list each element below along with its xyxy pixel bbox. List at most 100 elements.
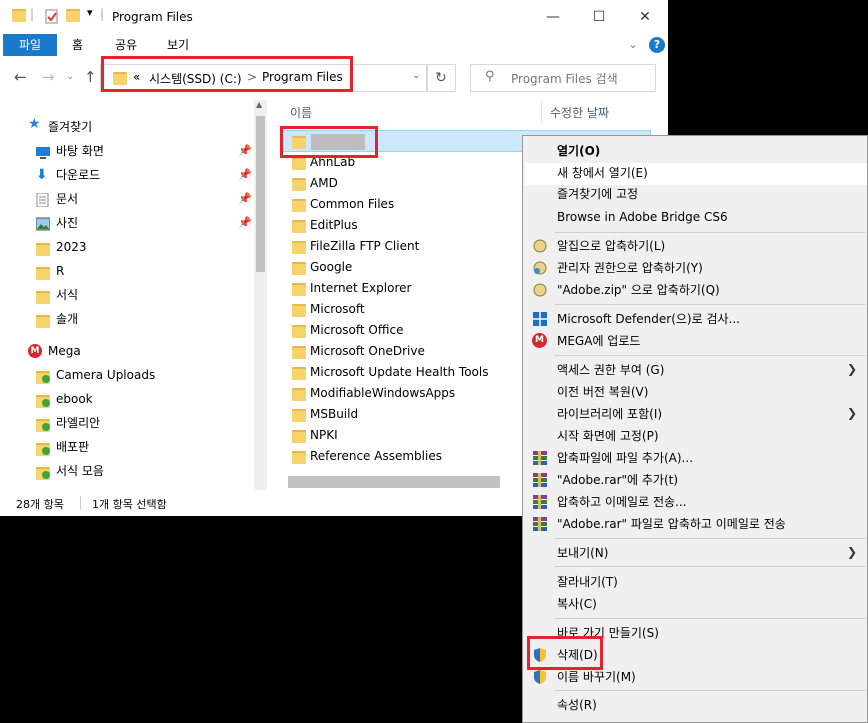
menu-item-alzip-compress[interactable]: 알집으로 압축하기(L) bbox=[557, 236, 665, 256]
folder-icon bbox=[292, 178, 306, 191]
folder-icon bbox=[36, 241, 50, 256]
folder-icon bbox=[292, 241, 306, 254]
pin-icon[interactable]: 📌 bbox=[238, 212, 252, 234]
menu-separator bbox=[555, 304, 865, 305]
folder-icon bbox=[36, 265, 50, 280]
customize-toolbar-icon[interactable]: ▾ bbox=[87, 6, 93, 22]
menu-item-add-archive[interactable]: 압축파일에 파일 추가(A)... bbox=[557, 448, 693, 468]
menu-item-pin-start[interactable]: 시작 화면에 고정(P) bbox=[557, 426, 659, 446]
menu-item-compress-email[interactable]: 압축하고 이메일로 전송... bbox=[557, 492, 686, 512]
column-header-date[interactable]: 수정한 날짜 bbox=[550, 104, 609, 121]
nav-item-documents[interactable]: 문서 📌 bbox=[36, 188, 254, 210]
synced-folder-icon bbox=[36, 417, 50, 432]
ribbon: 파일 홈 공유 보기 ⌄ ? bbox=[0, 34, 668, 56]
winrar-icon bbox=[532, 450, 548, 466]
nav-item-pictures[interactable]: 사진 📌 bbox=[35, 212, 254, 234]
pin-icon[interactable]: 📌 bbox=[238, 188, 252, 210]
download-icon: ⬇ bbox=[36, 167, 48, 183]
separator: | bbox=[100, 7, 105, 21]
menu-item-add-rar[interactable]: "Adobe.rar"에 추가(t) bbox=[557, 470, 678, 490]
folder-icon bbox=[292, 430, 306, 443]
nav-scrollbar[interactable]: ▲ bbox=[254, 100, 267, 490]
documents-icon bbox=[36, 192, 50, 208]
menu-item-copy[interactable]: 복사(C) bbox=[557, 594, 597, 614]
back-arrow-icon[interactable]: ← bbox=[14, 68, 27, 86]
maximize-button[interactable]: ☐ bbox=[576, 0, 622, 34]
tab-home[interactable]: 홈 bbox=[60, 34, 95, 56]
synced-folder-icon bbox=[36, 393, 50, 408]
menu-separator bbox=[555, 618, 865, 619]
recent-locations-icon[interactable]: ⌄ bbox=[66, 71, 74, 82]
tab-share[interactable]: 공유 bbox=[103, 34, 149, 56]
horizontal-scrollbar-thumb[interactable] bbox=[288, 476, 500, 488]
menu-item-cut[interactable]: 잘라내기(T) bbox=[557, 572, 618, 592]
search-input[interactable]: ⚲ Program Files 검색 bbox=[470, 64, 656, 92]
folder-icon bbox=[292, 367, 306, 380]
winrar-icon bbox=[532, 472, 548, 488]
folder-icon bbox=[36, 289, 50, 304]
menu-item-compress-rar-email[interactable]: "Adobe.rar" 파일로 압축하고 이메일로 전송 bbox=[557, 514, 786, 534]
folder-icon bbox=[292, 283, 306, 296]
alzip-icon bbox=[532, 238, 548, 254]
menu-item-browse-bridge[interactable]: Browse in Adobe Bridge CS6 bbox=[557, 207, 728, 227]
column-header-name[interactable]: 이름 bbox=[290, 104, 312, 121]
folder-icon bbox=[292, 304, 306, 317]
nav-item-downloads[interactable]: ⬇ 다운로드 📌 bbox=[36, 164, 254, 186]
item-count: 28개 항목 bbox=[16, 498, 64, 511]
folder-icon bbox=[292, 409, 306, 422]
scrollbar-thumb[interactable] bbox=[256, 116, 265, 272]
pin-icon[interactable]: 📌 bbox=[238, 164, 252, 186]
menu-separator bbox=[555, 538, 865, 539]
folder-icon bbox=[292, 388, 306, 401]
menu-separator bbox=[555, 690, 865, 691]
folder-icon bbox=[292, 325, 306, 338]
chevron-right-icon: ❯ bbox=[846, 362, 857, 376]
menu-item-alzip-zip[interactable]: "Adobe.zip" 으로 압축하기(Q) bbox=[557, 280, 720, 300]
menu-item-properties[interactable]: 속성(R) bbox=[557, 695, 597, 715]
forward-arrow-icon[interactable]: → bbox=[42, 68, 55, 86]
scroll-up-icon[interactable]: ▲ bbox=[256, 100, 262, 109]
close-button[interactable]: ✕ bbox=[622, 0, 668, 34]
star-icon: ★ bbox=[28, 116, 41, 132]
menu-item-pin-quick-access[interactable]: 즐겨찾기에 고정 bbox=[557, 184, 638, 204]
highlight-box bbox=[527, 636, 603, 670]
menu-separator bbox=[555, 232, 865, 233]
winrar-icon bbox=[532, 494, 548, 510]
context-menu: 열기(O) 새 창에서 열기(E) 즐겨찾기에 고정 Browse in Ado… bbox=[522, 135, 868, 723]
menu-item-open[interactable]: 열기(O) bbox=[557, 141, 600, 161]
menu-item-restore-versions[interactable]: 이전 버전 복원(V) bbox=[557, 382, 648, 402]
help-icon[interactable]: ? bbox=[649, 37, 665, 53]
menu-item-give-access[interactable]: 액세스 권한 부여 (G) bbox=[557, 360, 664, 380]
folder-icon bbox=[292, 451, 306, 464]
pin-icon[interactable]: 📌 bbox=[238, 140, 252, 162]
tab-file[interactable]: 파일 bbox=[3, 34, 57, 56]
up-arrow-icon[interactable]: ↑ bbox=[84, 68, 97, 86]
properties-icon[interactable] bbox=[44, 9, 60, 25]
minimize-button[interactable]: — bbox=[530, 0, 576, 34]
alzip-icon bbox=[532, 282, 548, 298]
folder-icon bbox=[292, 199, 306, 212]
menu-item-include-library[interactable]: 라이브러리에 포함(I) bbox=[557, 404, 662, 424]
folder-icon bbox=[36, 313, 50, 328]
menu-item-defender-scan[interactable]: Microsoft Defender(으)로 검사... bbox=[557, 309, 740, 329]
menu-item-open-new-window[interactable]: 새 창에서 열기(E) bbox=[557, 163, 648, 183]
mega-icon: M bbox=[532, 333, 547, 348]
pictures-icon bbox=[35, 216, 51, 231]
menu-item-mega-upload[interactable]: MEGA에 업로드 bbox=[557, 331, 640, 351]
menu-item-send-to[interactable]: 보내기(N) bbox=[557, 543, 608, 563]
winrar-icon bbox=[532, 516, 548, 532]
chevron-down-icon[interactable]: ⌄ bbox=[412, 70, 420, 81]
menu-item-rename[interactable]: 이름 바꾸기(M) bbox=[557, 667, 636, 687]
mega-icon: M bbox=[28, 344, 42, 358]
nav-item-desktop[interactable]: 바탕 화면 📌 bbox=[36, 140, 254, 162]
chevron-right-icon: ❯ bbox=[846, 545, 857, 559]
tab-view[interactable]: 보기 bbox=[155, 34, 201, 56]
separator: | bbox=[30, 7, 35, 21]
new-folder-icon[interactable] bbox=[66, 9, 80, 25]
chevron-down-icon[interactable]: ⌄ bbox=[628, 37, 638, 51]
search-placeholder: Program Files 검색 bbox=[511, 72, 618, 86]
folder-icon bbox=[292, 220, 306, 233]
refresh-button[interactable]: ↻ bbox=[426, 64, 456, 92]
folder-icon bbox=[12, 9, 26, 25]
menu-item-alzip-admin[interactable]: 관리자 권한으로 압축하기(Y) bbox=[557, 258, 703, 278]
